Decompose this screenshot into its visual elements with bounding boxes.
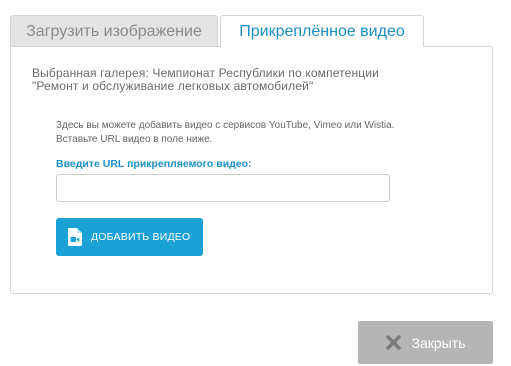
video-url-label: Введите URL прикрепляемого видео: xyxy=(56,158,252,170)
close-label: Закрыть xyxy=(411,334,466,351)
selected-gallery-text: Выбранная галерея: Чемпионат Республики … xyxy=(32,67,452,93)
tab-bar: Загрузить изображение Прикреплённое виде… xyxy=(10,15,424,47)
gallery-line-2: "Ремонт и обслуживание легковых автомоби… xyxy=(32,79,314,93)
attach-media-dialog: Загрузить изображение Прикреплённое виде… xyxy=(0,0,511,366)
tab-attached-video[interactable]: Прикреплённое видео xyxy=(220,15,424,47)
video-url-input[interactable] xyxy=(56,174,390,202)
help-text: Здесь вы можете добавить видео с сервисо… xyxy=(56,119,456,147)
close-x-icon xyxy=(386,335,402,351)
help-line-1: Здесь вы можете добавить видео с сервисо… xyxy=(56,120,395,131)
video-panel: Выбранная галерея: Чемпионат Республики … xyxy=(10,46,493,294)
video-file-icon xyxy=(67,227,83,247)
add-video-label: ДОБАВИТЬ ВИДЕО xyxy=(91,231,191,243)
close-button[interactable]: Закрыть xyxy=(358,321,493,364)
help-line-2: Вставьте URL видео в поле ниже. xyxy=(56,134,213,145)
tab-upload-image[interactable]: Загрузить изображение xyxy=(10,15,218,46)
add-video-button[interactable]: ДОБАВИТЬ ВИДЕО xyxy=(56,218,203,256)
